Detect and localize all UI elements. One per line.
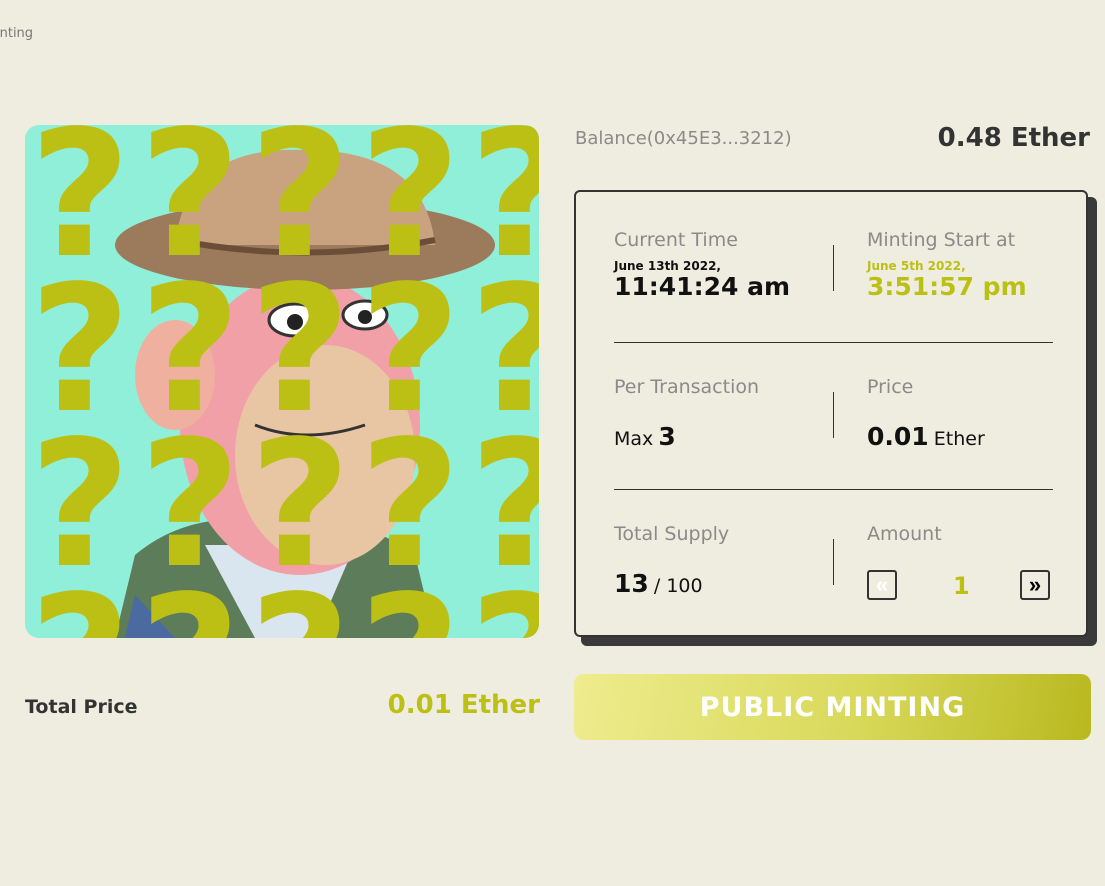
- public-minting-button[interactable]: PUBLIC MINTING: [574, 674, 1091, 740]
- increment-button[interactable]: »: [1020, 570, 1050, 600]
- svg-text:?: ?: [469, 559, 539, 638]
- svg-text:?: ?: [249, 559, 351, 638]
- divider: [833, 539, 834, 585]
- current-time-value: 11:41:24 am: [614, 272, 790, 301]
- per-transaction-prefix: Max: [614, 428, 654, 450]
- price-value: 0.01: [867, 422, 929, 451]
- current-time-date: June 13th 2022,: [614, 259, 721, 273]
- balance-label: Balance(0x45E3...3212): [575, 128, 792, 149]
- per-transaction-label: Per Transaction: [614, 376, 760, 398]
- total-supply-max: / 100: [653, 575, 703, 597]
- current-time-cell: Current Time June 13th 2022, 11:41:24 am: [614, 229, 790, 301]
- total-supply-minted: 13: [614, 569, 649, 598]
- nft-preview-image: ????? ????? ????? ?????: [25, 125, 539, 638]
- divider: [833, 392, 834, 438]
- price-unit: Ether: [933, 428, 985, 450]
- amount-value: 1: [953, 572, 970, 600]
- current-time-label: Current Time: [614, 229, 738, 251]
- minting-start-time: 3:51:57 pm: [867, 272, 1027, 301]
- per-transaction-value: 3: [658, 422, 676, 451]
- divider: [614, 489, 1053, 490]
- minting-start-date: June 5th 2022,: [867, 259, 966, 273]
- decrement-button[interactable]: «: [867, 570, 897, 600]
- total-price-label: Total Price: [25, 696, 138, 718]
- mint-info-card: Current Time June 13th 2022, 11:41:24 am…: [574, 190, 1088, 637]
- total-price-value: 0.01 Ether: [387, 690, 540, 720]
- svg-text:?: ?: [139, 559, 241, 638]
- divider: [614, 342, 1053, 343]
- balance-value: 0.48 Ether: [937, 123, 1090, 153]
- divider: [833, 245, 834, 291]
- breadcrumb: inting: [0, 26, 34, 41]
- per-transaction-cell: Per Transaction Max 3: [614, 376, 759, 451]
- svg-text:?: ?: [29, 559, 131, 638]
- minting-start-cell: Minting Start at June 5th 2022, 3:51:57 …: [867, 229, 1027, 301]
- price-label: Price: [867, 376, 914, 398]
- amount-label: Amount: [867, 523, 942, 545]
- svg-text:?: ?: [359, 559, 461, 638]
- amount-cell: Amount: [867, 523, 942, 545]
- minting-start-label: Minting Start at: [867, 229, 1016, 251]
- price-cell: Price 0.01 Ether: [867, 376, 985, 451]
- total-supply-label: Total Supply: [614, 523, 730, 545]
- total-supply-cell: Total Supply 13 / 100: [614, 523, 729, 598]
